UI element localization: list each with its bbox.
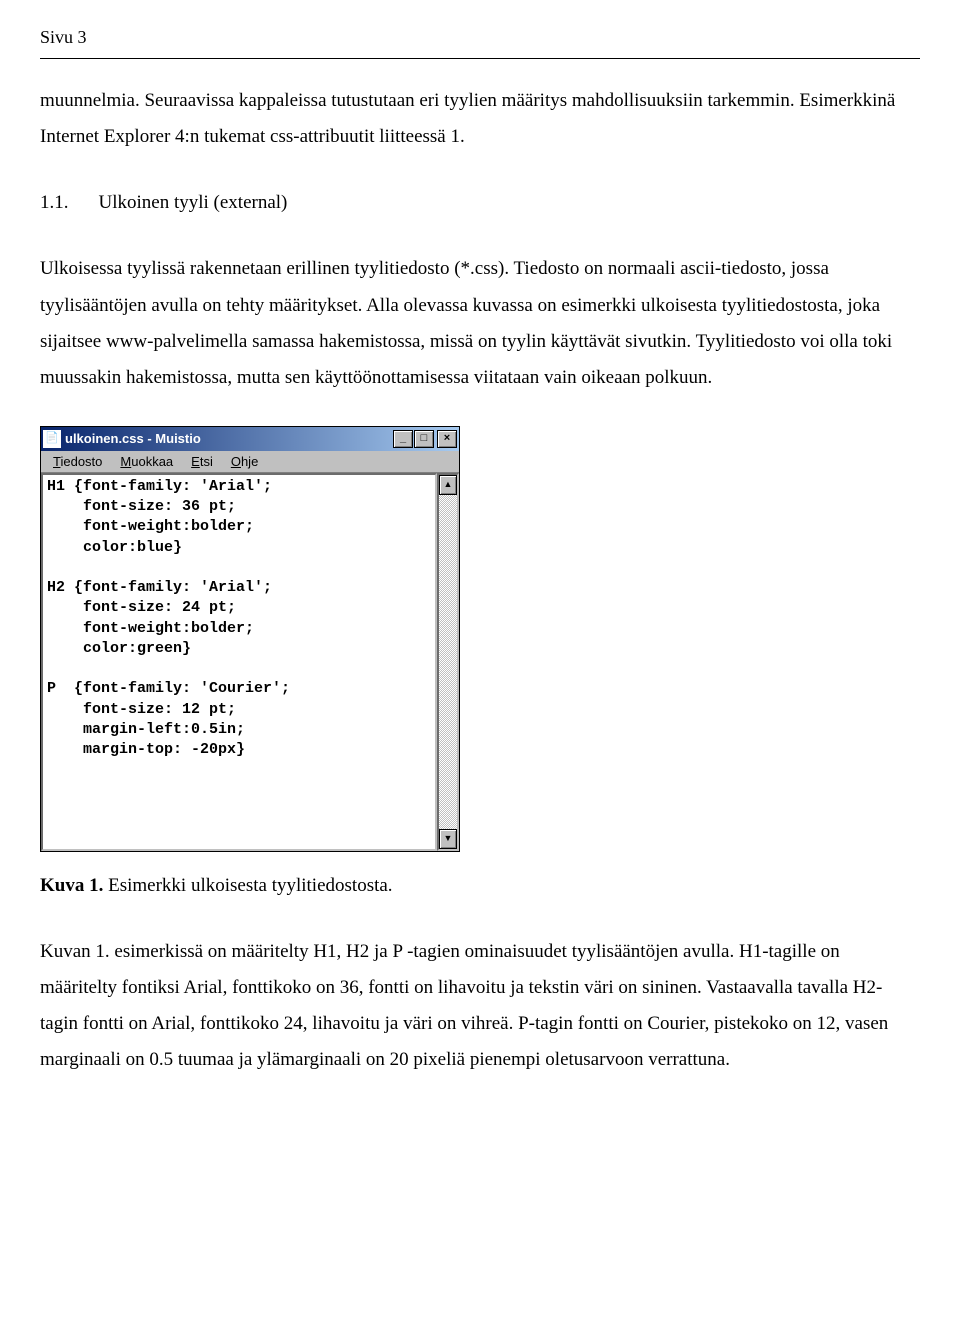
- menu-file[interactable]: Tiedosto: [45, 453, 110, 470]
- scroll-up-button[interactable]: ▲: [439, 475, 457, 495]
- window-title: ulkoinen.css - Muistio: [65, 432, 393, 445]
- caption-label: Kuva 1.: [40, 875, 103, 896]
- notepad-window: 📄 ulkoinen.css - Muistio _ □ × Tiedosto …: [40, 426, 460, 852]
- editor-wrap: H1 {font-family: 'Arial'; font-size: 36 …: [41, 472, 459, 851]
- vertical-scrollbar[interactable]: ▲ ▼: [437, 473, 459, 851]
- minimize-button[interactable]: _: [393, 430, 413, 448]
- conclusion-paragraph: Kuvan 1. esimerkissä on määritelty H1, H…: [40, 934, 920, 1078]
- window-buttons: _ □ ×: [393, 430, 457, 448]
- close-button[interactable]: ×: [437, 430, 457, 448]
- intro-paragraph: muunnelmia. Seuraavissa kappaleissa tutu…: [40, 83, 920, 155]
- figure-caption: Kuva 1. Esimerkki ulkoisesta tyylitiedos…: [40, 868, 920, 904]
- titlebar: 📄 ulkoinen.css - Muistio _ □ ×: [41, 427, 459, 451]
- caption-text: Esimerkki ulkoisesta tyylitiedostosta.: [103, 875, 392, 896]
- menu-edit-rest: uokkaa: [131, 454, 173, 469]
- scroll-track[interactable]: [439, 495, 457, 829]
- menu-search[interactable]: Etsi: [183, 453, 221, 470]
- menu-help-rest: hje: [241, 454, 258, 469]
- body-paragraph: Ulkoisessa tyylissä rakennetaan erilline…: [40, 251, 920, 395]
- page-header: Sivu 3: [40, 20, 920, 54]
- menubar: Tiedosto Muokkaa Etsi Ohje: [41, 451, 459, 472]
- section-heading: 1.1. Ulkoinen tyyli (external): [40, 185, 920, 221]
- scroll-down-button[interactable]: ▼: [439, 829, 457, 849]
- header-rule: [40, 58, 920, 59]
- section-title: Ulkoinen tyyli (external): [99, 185, 288, 221]
- menu-edit[interactable]: Muokkaa: [112, 453, 181, 470]
- editor-content[interactable]: H1 {font-family: 'Arial'; font-size: 36 …: [41, 473, 437, 851]
- menu-search-rest: tsi: [200, 454, 213, 469]
- maximize-button[interactable]: □: [414, 430, 434, 448]
- menu-file-rest: iedosto: [60, 454, 102, 469]
- section-number: 1.1.: [40, 185, 69, 221]
- menu-help[interactable]: Ohje: [223, 453, 266, 470]
- notepad-icon: 📄: [43, 430, 61, 448]
